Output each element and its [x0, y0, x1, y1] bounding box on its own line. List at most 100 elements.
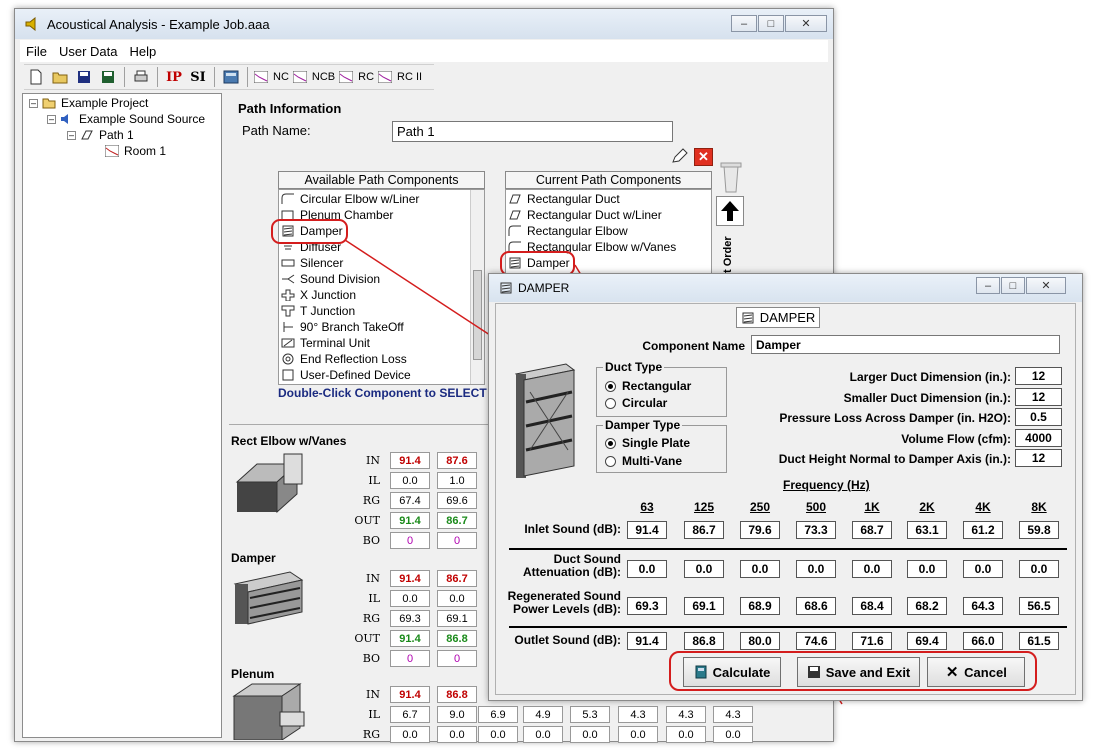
- list-item[interactable]: Circular Elbow w/Liner: [281, 191, 419, 207]
- list-item[interactable]: Terminal Unit: [281, 335, 370, 351]
- maximize-button[interactable]: □: [758, 15, 784, 32]
- damper-small-illustration: [230, 566, 306, 631]
- result-cell: 4.3: [618, 706, 658, 723]
- result-cell: 67.4: [390, 492, 430, 509]
- close-button[interactable]: ✕: [785, 15, 827, 32]
- result-cell: 4.3: [666, 706, 706, 723]
- duct-path-icon: [80, 128, 94, 142]
- si-units-button[interactable]: SI: [188, 66, 208, 88]
- minimize-button[interactable]: –: [731, 15, 757, 32]
- result-cell: 0.0: [713, 726, 753, 743]
- param-input[interactable]: 12: [1015, 387, 1062, 406]
- open-folder-icon[interactable]: [50, 66, 70, 88]
- param-input[interactable]: 12: [1015, 449, 1062, 467]
- freq-value-cell: 74.6: [796, 632, 836, 650]
- edit-pencil-icon[interactable]: [671, 148, 689, 167]
- freq-value-cell: 86.7: [684, 521, 724, 539]
- dialog-maximize-button[interactable]: □: [1001, 277, 1025, 294]
- param-input[interactable]: 0.5: [1015, 408, 1062, 426]
- nc-button[interactable]: NC: [254, 66, 289, 88]
- list-item[interactable]: Rectangular Duct: [508, 191, 620, 207]
- freq-value-cell: 0.0: [852, 560, 892, 578]
- result-cell: 91.4: [390, 570, 430, 587]
- list-item[interactable]: T Junction: [281, 303, 355, 319]
- freq-value-cell: 69.4: [907, 632, 947, 650]
- path-name-input[interactable]: Path 1: [392, 121, 673, 142]
- tree-item-project[interactable]: – Example Project: [29, 96, 148, 110]
- dialog-tab[interactable]: DAMPER: [736, 307, 820, 328]
- order-trash-icon[interactable]: [716, 160, 746, 197]
- param-label: Duct Height Normal to Damper Axis (in.):: [778, 452, 1011, 466]
- result-cell: 0.0: [390, 472, 430, 489]
- freq-value-cell: 69.1: [684, 597, 724, 615]
- param-input[interactable]: 4000: [1015, 428, 1062, 447]
- save-icon[interactable]: [74, 66, 94, 88]
- row-label: BO: [362, 652, 380, 665]
- dialog-minimize-button[interactable]: –: [976, 277, 1000, 294]
- result-cell: 69.6: [437, 492, 477, 509]
- duct-rectangular-radio[interactable]: Rectangular: [605, 379, 691, 393]
- result-cell: 86.7: [437, 512, 477, 529]
- result-cell: 87.6: [437, 452, 477, 469]
- list-item[interactable]: X Junction: [281, 287, 356, 303]
- tree-item-sound-source[interactable]: – Example Sound Source: [47, 112, 205, 126]
- path-name-label: Path Name:: [242, 123, 311, 138]
- damper-multi-vane-radio[interactable]: Multi-Vane: [605, 454, 682, 468]
- move-up-button[interactable]: [716, 196, 744, 226]
- freq-value-cell: 0.0: [684, 560, 724, 578]
- list-item[interactable]: Rectangular Duct w/Liner: [508, 207, 662, 223]
- divider-2: [509, 626, 1067, 628]
- result-cell: 0: [390, 532, 430, 549]
- duct-circular-radio[interactable]: Circular: [605, 396, 667, 410]
- freq-value-cell: 68.2: [907, 597, 947, 615]
- param-input[interactable]: 12: [1015, 367, 1062, 385]
- list-item[interactable]: End Reflection Loss: [281, 351, 407, 367]
- component-name-input[interactable]: Damper: [751, 335, 1060, 354]
- delete-icon[interactable]: ✕: [694, 148, 713, 166]
- rc-chart-icon: [339, 70, 354, 84]
- freq-value-cell: 56.5: [1019, 597, 1059, 615]
- ip-units-button[interactable]: IP: [164, 66, 184, 88]
- freq-value-cell: 0.0: [1019, 560, 1059, 578]
- damper-single-plate-radio[interactable]: Single Plate: [605, 436, 690, 450]
- row-label: RG: [362, 728, 380, 741]
- plenum-illustration: [230, 682, 310, 743]
- row-label: RG: [362, 612, 380, 625]
- result-cell: 0: [437, 650, 477, 667]
- rc-button[interactable]: RC: [339, 66, 374, 88]
- freq-value-cell: 63.1: [907, 521, 947, 539]
- up-arrow-icon: [721, 201, 739, 221]
- freq-header: 1K: [864, 500, 880, 514]
- menu-user-data[interactable]: User Data: [59, 44, 118, 59]
- damper-type-group: Damper Type Single Plate Multi-Vane: [596, 418, 727, 473]
- dialog-close-button[interactable]: ✕: [1026, 277, 1066, 294]
- current-components-header: Current Path Components: [505, 171, 712, 189]
- list-item[interactable]: Sound Division: [281, 271, 380, 287]
- row-label: IL: [368, 708, 380, 721]
- freq-header: 63: [640, 500, 654, 514]
- menu-file[interactable]: File: [26, 44, 47, 59]
- save-all-icon[interactable]: [98, 66, 118, 88]
- list-item[interactable]: Rectangular Elbow: [508, 223, 628, 239]
- print-icon[interactable]: [131, 66, 151, 88]
- available-scrollbar[interactable]: [470, 190, 484, 384]
- list-item[interactable]: Silencer: [281, 255, 343, 271]
- tree-item-path[interactable]: – Path 1: [67, 128, 134, 142]
- result-cell: 1.0: [437, 472, 477, 489]
- calculator-icon[interactable]: [221, 66, 241, 88]
- tree-item-room[interactable]: Room 1: [105, 144, 166, 158]
- row-label: IN: [366, 572, 380, 585]
- folder-icon: [42, 96, 56, 110]
- freq-value-cell: 64.3: [963, 597, 1003, 615]
- available-components-header: Available Path Components: [278, 171, 485, 189]
- end-reflection-icon: [281, 352, 295, 366]
- menu-help[interactable]: Help: [129, 44, 156, 59]
- new-file-icon[interactable]: [26, 66, 46, 88]
- list-item[interactable]: User-Defined Device: [281, 367, 411, 383]
- ncb-button[interactable]: NCB: [292, 66, 335, 88]
- t-junction-icon: [281, 304, 295, 318]
- rc2-button[interactable]: RC II: [378, 66, 422, 88]
- freq-value-cell: 61.5: [1019, 632, 1059, 650]
- freq-value-cell: 0.0: [627, 560, 667, 578]
- list-item[interactable]: 90° Branch TakeOff: [281, 319, 404, 335]
